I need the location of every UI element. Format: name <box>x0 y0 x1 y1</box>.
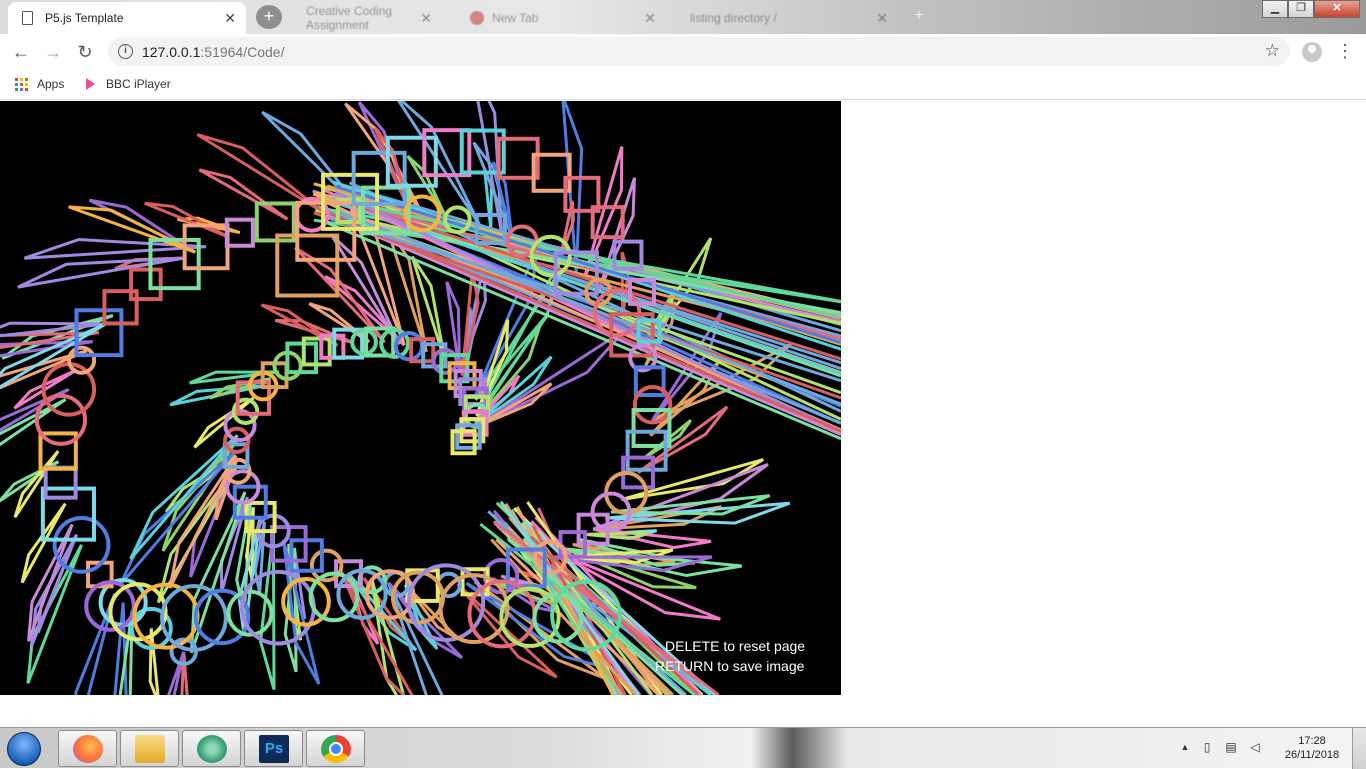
browser-toolbar: ← → ↻ i 127.0.0.1:51964/Code/ ☆ ⋮ <box>0 34 1366 70</box>
tab-new-tab[interactable]: New Tab ✕ <box>456 2 666 34</box>
close-tab-icon[interactable]: ✕ <box>224 10 236 27</box>
show-hidden-icons-icon[interactable]: ▲ <box>1178 740 1192 754</box>
windows-logo-icon <box>7 732 41 766</box>
spike-shape <box>148 628 160 695</box>
clock[interactable]: 17:28 26/11/2018 <box>1276 734 1348 762</box>
chrome-icon <box>321 735 351 763</box>
apps-grid-icon <box>15 77 28 91</box>
tab-p5js-template[interactable]: P5.js Template ✕ <box>8 2 246 34</box>
new-tab-button[interactable]: + <box>256 5 282 29</box>
profile-avatar-icon[interactable] <box>1302 42 1322 62</box>
taskbar-atom[interactable] <box>182 730 241 767</box>
tab-strip: P5.js Template ✕ + Creative Coding Assig… <box>0 0 1366 34</box>
show-desktop-button[interactable] <box>1352 728 1366 769</box>
close-tab-icon[interactable]: ✕ <box>876 10 888 27</box>
system-tray: ▲ ▯ ▤ ◁ 17:28 26/11/2018 <box>1176 734 1366 764</box>
bbc-iplayer-icon <box>86 78 95 90</box>
site-info-icon[interactable]: i <box>118 44 133 59</box>
maximize-button[interactable]: ❐ <box>1288 0 1314 18</box>
p5-canvas[interactable]: DELETE to reset page RETURN to save imag… <box>0 101 841 695</box>
reload-button[interactable]: ↻ <box>72 40 98 66</box>
taskbar-photoshop[interactable]: Ps <box>244 730 303 767</box>
url-path: :51964/Code/ <box>200 44 285 60</box>
atom-icon <box>197 735 227 763</box>
folder-icon <box>135 735 165 763</box>
back-button[interactable]: ← <box>8 40 34 66</box>
tab-title: P5.js Template <box>45 11 124 25</box>
photoshop-icon: Ps <box>259 735 289 763</box>
bookmark-label: BBC iPlayer <box>106 77 171 91</box>
tab-title: listing directory / <box>690 11 777 25</box>
volume-icon[interactable]: ◁ <box>1248 740 1262 754</box>
power-icon[interactable]: ▯ <box>1200 740 1214 754</box>
page-icon <box>22 11 33 25</box>
clock-date: 26/11/2018 <box>1284 749 1340 761</box>
tab-listing-directory[interactable]: listing directory / ✕ <box>676 2 898 34</box>
spike-shape <box>13 450 60 519</box>
hint-return: RETURN to save image <box>655 658 805 674</box>
square-shape <box>275 233 340 298</box>
windows-taskbar: Ps ▲ ▯ ▤ ◁ 17:28 26/11/2018 <box>0 727 1366 769</box>
chrome-favicon-icon <box>470 11 484 25</box>
url-host: 127.0.0.1 <box>142 44 201 60</box>
taskbar-explorer[interactable] <box>120 730 179 767</box>
close-tab-icon[interactable]: ✕ <box>420 10 432 27</box>
tab-title: New Tab <box>492 11 539 25</box>
clock-time: 17:28 <box>1298 735 1326 747</box>
square-shape <box>43 465 78 500</box>
url-text[interactable]: 127.0.0.1:51964/Code/ <box>142 44 284 60</box>
address-bar[interactable]: i 127.0.0.1:51964/Code/ ☆ <box>108 37 1290 66</box>
firefox-icon <box>73 735 103 763</box>
start-button[interactable] <box>4 730 44 767</box>
network-icon[interactable]: ▤ <box>1224 740 1238 754</box>
taskbar-chrome[interactable] <box>306 730 365 767</box>
spike-shape <box>68 205 196 254</box>
spike-shape <box>118 449 238 587</box>
minimize-button[interactable]: ▁ <box>1262 0 1288 18</box>
window-controls: ▁ ❐ ✕ <box>1262 0 1360 20</box>
close-window-button[interactable]: ✕ <box>1314 0 1360 18</box>
bookmark-label: Apps <box>37 77 65 91</box>
taskbar-firefox[interactable] <box>58 730 117 767</box>
tab-creative-coding[interactable]: Creative Coding Assignment ✕ <box>292 2 442 34</box>
bookmark-star-icon[interactable]: ☆ <box>1265 41 1280 61</box>
spike-shape <box>36 534 78 634</box>
bookmark-apps[interactable]: Apps <box>15 77 64 91</box>
spike-shape <box>198 168 289 221</box>
generative-art-drawing <box>0 101 841 695</box>
forward-button[interactable]: → <box>40 40 66 66</box>
browser-menu-icon[interactable]: ⋮ <box>1336 40 1354 62</box>
bookmarks-bar: Apps BBC iPlayer <box>0 70 1366 100</box>
close-tab-icon[interactable]: ✕ <box>644 10 656 27</box>
new-tab-plus-icon[interactable]: + <box>910 5 928 27</box>
bookmark-bbc-iplayer[interactable]: BBC iPlayer <box>86 77 171 91</box>
hint-delete: DELETE to reset page <box>665 638 806 654</box>
